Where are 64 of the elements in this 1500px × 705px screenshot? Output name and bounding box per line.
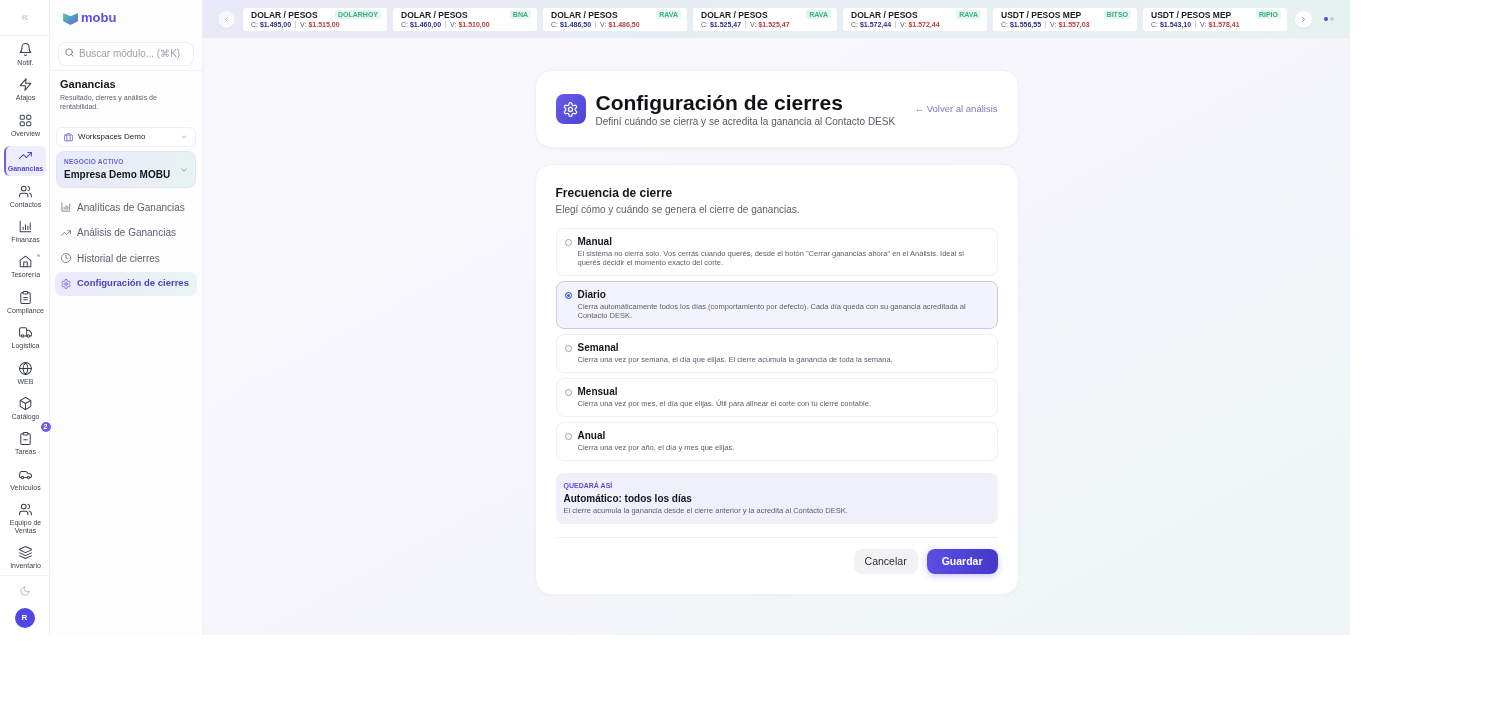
currency-pair: USDT / PESOS MEP: [1151, 9, 1232, 20]
currency-pair: DOLAR / PESOS: [401, 9, 468, 20]
settings-icon: [555, 94, 586, 124]
bar-chart-icon: [19, 219, 32, 233]
moon-icon: [19, 586, 30, 596]
chevron-down-icon: [180, 133, 188, 141]
radio-button[interactable]: [564, 344, 572, 352]
clock-icon: [61, 253, 71, 263]
option-title: Mensual: [577, 386, 619, 398]
theme-toggle-button[interactable]: [18, 585, 31, 597]
grid-icon: [19, 113, 32, 127]
option-title: Semanal: [577, 342, 620, 354]
settings-icon: [61, 278, 71, 289]
chevron-right-icon: [1300, 15, 1307, 23]
option-title: Anual: [577, 430, 607, 442]
sidebar-nav-item[interactable]: Análisis de Ganancias: [55, 220, 197, 245]
radio-button[interactable]: [564, 388, 572, 396]
clipboard-icon: [19, 290, 32, 304]
sidebar-nav-item[interactable]: Configuración de cierres: [55, 271, 197, 296]
truck-icon: [19, 326, 32, 340]
bar-chart-icon: [61, 202, 71, 212]
logo-text: mobu: [81, 10, 117, 26]
people-icon: [19, 503, 32, 517]
lightning-icon: [19, 78, 32, 92]
clipboard-icon: [19, 432, 32, 446]
currency-pair: DOLAR / PESOS: [701, 9, 768, 20]
save-button[interactable]: Guardar: [926, 549, 998, 574]
business-name: Empresa Demo MOBU: [64, 168, 171, 181]
search-field[interactable]: Buscar módulo... (⌘K): [58, 41, 194, 66]
next-button[interactable]: [1295, 10, 1312, 28]
trend-up-icon: [61, 227, 71, 238]
currency-pair: DOLAR / PESOS: [251, 9, 318, 20]
option-title: Manual: [577, 236, 613, 248]
page-title: Configuración de cierres: [595, 90, 844, 115]
logo-icon: [63, 11, 78, 25]
sidebar-nav-item[interactable]: Historial de cierres: [55, 246, 197, 270]
currency-pair: USDT / PESOS MEP: [1001, 9, 1082, 20]
section-heading: Frecuencia de cierre: [555, 185, 674, 201]
cancel-button[interactable]: Cancelar: [853, 549, 918, 574]
chevron-down-icon: [180, 165, 188, 174]
radio-button[interactable]: [564, 432, 572, 440]
currency-pair: DOLAR / PESOS: [851, 9, 918, 20]
back-link[interactable]: ← Volver al análisis: [914, 101, 998, 117]
option-title: Diario: [577, 289, 607, 301]
search-icon: [65, 47, 74, 57]
section-description: Elegí cómo y cuándo se genera el cierre de ganancias.: [555, 203, 801, 216]
section-title: Ganancias: [60, 77, 117, 91]
house-icon: [19, 255, 32, 269]
sidebar-nav-item[interactable]: Analíticas de Ganancias: [55, 195, 197, 219]
double-chevron-left-icon: [20, 13, 29, 22]
page-subtitle: Definí cuándo se cierra y se acredita la ganancia al Contacto DESK: [595, 114, 896, 128]
layers-icon: [19, 546, 32, 560]
bell-icon: [19, 43, 32, 56]
globe-icon: [19, 361, 32, 375]
people-icon: [19, 184, 32, 198]
currency-pair: DOLAR / PESOS: [551, 9, 618, 20]
avatar[interactable]: R: [14, 608, 35, 628]
radio-button[interactable]: [564, 238, 572, 246]
workspace-dropdown[interactable]: Workspaces Demo: [56, 127, 196, 147]
chevron-left-icon: [223, 15, 230, 23]
summary-title: Automático: todos los días: [563, 492, 693, 505]
previous-button[interactable]: [218, 10, 235, 28]
briefcase-icon: [64, 132, 73, 142]
cube-icon: [19, 396, 32, 410]
